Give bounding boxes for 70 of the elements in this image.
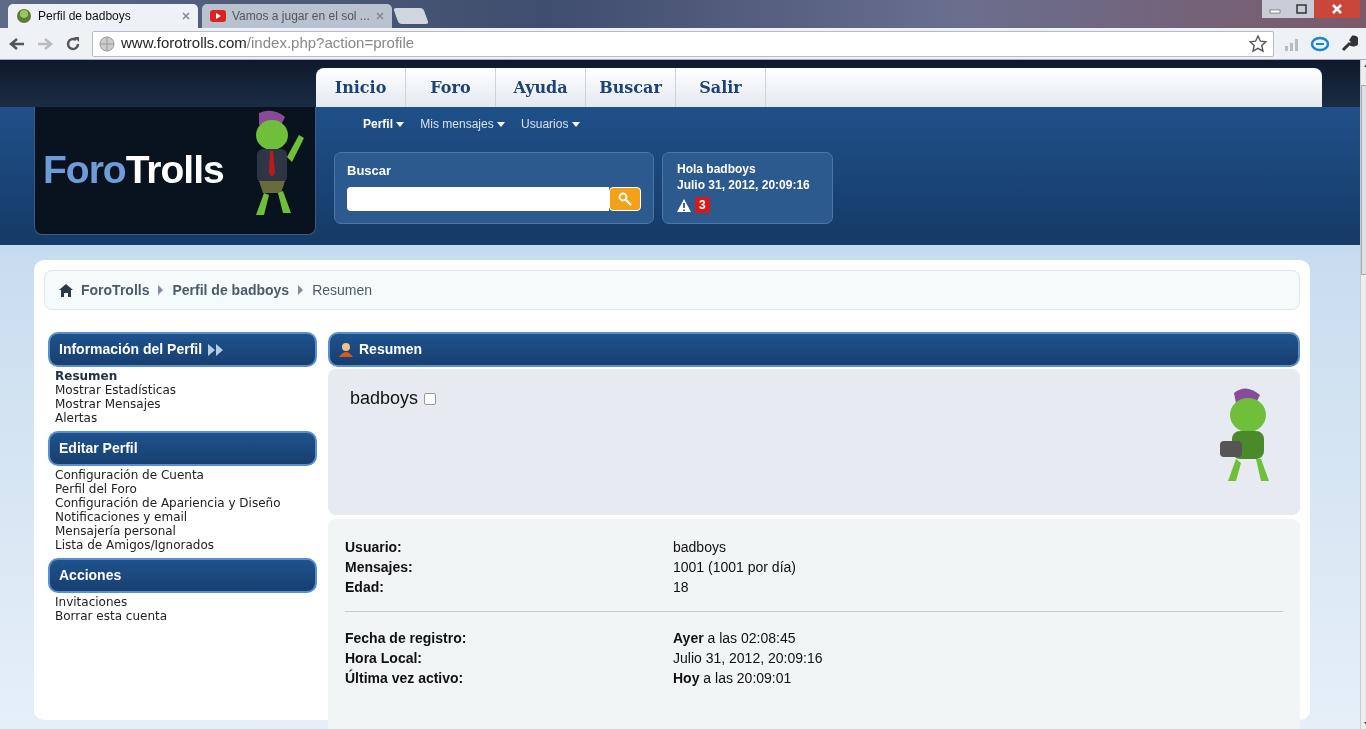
favicon-icon: [16, 8, 32, 24]
tab-title: Perfil de badboys: [38, 8, 131, 25]
field-value: Julio 31, 2012, 20:09:16: [673, 649, 823, 668]
sidebar-link[interactable]: Mensajería personal: [55, 524, 176, 538]
sidebar-link[interactable]: Resumen: [55, 369, 118, 383]
sidebar-link[interactable]: Notificaciones y email: [55, 510, 188, 524]
alert-count[interactable]: 3: [695, 197, 710, 213]
section-title: Resumen: [359, 340, 423, 359]
site-logo[interactable]: ForoTrolls: [43, 141, 224, 200]
search-field[interactable]: [347, 186, 609, 211]
section-title: Editar Perfil: [59, 439, 138, 458]
caret-icon: [497, 122, 506, 128]
field-value: Hoy a las 20:09:01: [673, 669, 792, 688]
sidebar-link[interactable]: Lista de Amigos/Ignorados: [55, 538, 215, 552]
search-button[interactable]: [609, 186, 641, 211]
url-text: www.forotrolls.com/index.php?action=profile: [121, 33, 415, 54]
warning-icon[interactable]: [677, 198, 691, 212]
username-text: badboys: [350, 387, 419, 410]
sidebar-link[interactable]: Mostrar Estadísticas: [55, 383, 177, 397]
breadcrumb-link[interactable]: Perfil de badboys: [172, 279, 290, 301]
menu-link[interactable]: Mis mensajes: [420, 115, 506, 152]
sidebar-link[interactable]: Mostrar Mensajes: [55, 397, 161, 411]
globe-icon: [99, 35, 115, 52]
caret-icon: [571, 122, 580, 128]
home-icon[interactable]: [59, 283, 73, 297]
restore-icon[interactable]: [1288, 0, 1314, 18]
field-label: Hora Local:: [345, 649, 423, 668]
separator-icon: [297, 284, 305, 296]
browser-tab[interactable]: Vamos a jugar en el sol ...: [202, 4, 392, 28]
close-icon[interactable]: [182, 12, 190, 20]
search-icon: [618, 191, 632, 206]
section-title: Acciones: [59, 566, 122, 585]
field-value: 18: [673, 578, 689, 597]
field-label: Mensajes:: [345, 558, 414, 577]
breadcrumb-link[interactable]: ForoTrolls: [81, 279, 150, 301]
sidebar-link[interactable]: Borrar esta cuenta: [55, 609, 168, 623]
reload-icon[interactable]: [64, 34, 82, 53]
sidebar-link[interactable]: Invitaciones: [55, 595, 128, 609]
greeting-text: Hola badboys: [677, 161, 757, 177]
extension-icon[interactable]: [1310, 35, 1330, 52]
address-bar[interactable]: www.forotrolls.com/index.php?action=profile: [92, 30, 1274, 57]
search-title: Buscar: [347, 162, 393, 180]
star-icon[interactable]: [1249, 34, 1267, 53]
close-icon[interactable]: [1314, 0, 1360, 18]
field-value: 1001 (1001 por día): [673, 558, 796, 577]
field-label: Edad:: [345, 578, 385, 597]
wrench-icon[interactable]: [1340, 34, 1358, 53]
menu-link[interactable]: Usuarios: [521, 115, 580, 152]
back-icon[interactable]: [8, 35, 26, 52]
field-label: Fecha de registro:: [345, 629, 468, 648]
clock-text: Julio 31, 2012, 20:09:16: [677, 177, 811, 193]
field-label: Última vez activo:: [345, 668, 465, 688]
sidebar-link[interactable]: Perfil del Foro: [55, 482, 137, 496]
breadcrumb-text: Resumen: [312, 280, 373, 300]
field-value: badboys: [673, 538, 726, 557]
new-tab-button[interactable]: [393, 8, 429, 24]
field-value: Ayer a las 02:08:45: [673, 629, 796, 648]
video-icon: [210, 10, 226, 22]
double-arrow-icon: [208, 343, 225, 356]
field-label: Usuario:: [345, 538, 403, 557]
sidebar-link[interactable]: Alertas: [55, 411, 98, 425]
separator-icon: [157, 284, 165, 296]
section-title: Información del Perfil: [59, 340, 203, 359]
caret-icon: [396, 122, 405, 128]
browser-tab[interactable]: Perfil de badboys: [8, 4, 198, 28]
tab-title: Vamos a jugar en el sol ...: [232, 8, 370, 25]
person-icon: [339, 342, 353, 357]
menu-link[interactable]: Perfil: [363, 115, 405, 152]
sidebar-link[interactable]: Configuración de Apariencia y Diseño: [55, 496, 281, 510]
sidebar-link[interactable]: Configuración de Cuenta: [55, 468, 204, 482]
